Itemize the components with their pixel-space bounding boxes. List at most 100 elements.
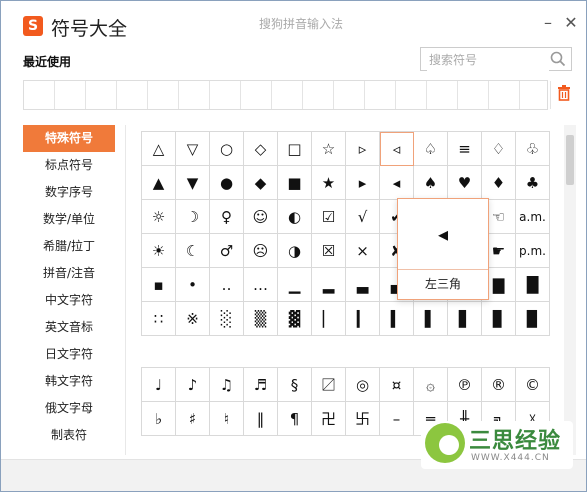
symbol-cell[interactable]: ☆	[312, 132, 346, 166]
symbol-cell[interactable]: ☼	[142, 200, 176, 234]
recent-slot[interactable]	[24, 81, 55, 109]
symbol-cell[interactable]: ▁	[278, 268, 312, 302]
recent-slot[interactable]	[179, 81, 210, 109]
recent-slot[interactable]	[117, 81, 148, 109]
symbol-cell[interactable]: ♬	[244, 368, 278, 402]
symbol-cell[interactable]: ▓	[278, 302, 312, 336]
symbol-cell[interactable]: √	[346, 200, 380, 234]
search-box[interactable]	[420, 47, 572, 71]
symbol-cell[interactable]: ♥	[448, 166, 482, 200]
symbol-cell[interactable]: ®	[482, 368, 516, 402]
symbol-cell[interactable]: ♂	[210, 234, 244, 268]
symbol-cell[interactable]: ♠	[414, 166, 448, 200]
recent-slot[interactable]	[365, 81, 396, 109]
symbol-cell[interactable]: ◎	[346, 368, 380, 402]
sidebar-item[interactable]: 中文字符	[23, 287, 115, 314]
symbol-cell[interactable]: █	[516, 268, 550, 302]
recent-slot[interactable]	[489, 81, 520, 109]
symbol-cell[interactable]: ¤	[380, 368, 414, 402]
symbol-cell[interactable]: ◃	[380, 132, 414, 166]
recent-slot[interactable]	[148, 81, 179, 109]
symbol-cell[interactable]: ℗	[448, 368, 482, 402]
symbol-cell[interactable]: 卍	[312, 402, 346, 436]
recent-slot[interactable]	[458, 81, 489, 109]
symbol-cell[interactable]: ◂	[380, 166, 414, 200]
sidebar-item[interactable]: 数字序号	[23, 179, 115, 206]
symbol-cell[interactable]: …	[244, 268, 278, 302]
recent-slot[interactable]	[520, 81, 551, 109]
symbol-cell[interactable]: ◇	[244, 132, 278, 166]
symbol-cell[interactable]: ¶	[278, 402, 312, 436]
trash-icon[interactable]	[557, 85, 571, 101]
recent-slot[interactable]	[86, 81, 117, 109]
symbol-cell[interactable]: –	[380, 402, 414, 436]
symbol-cell[interactable]: ▋	[448, 302, 482, 336]
symbol-cell[interactable]: ♯	[176, 402, 210, 436]
recent-slot[interactable]	[272, 81, 303, 109]
symbol-cell[interactable]: ≡	[448, 132, 482, 166]
symbol-cell[interactable]: §	[278, 368, 312, 402]
symbol-cell[interactable]: p.m.	[516, 234, 550, 268]
symbol-cell[interactable]: ▌	[414, 302, 448, 336]
symbol-cell[interactable]: ☑	[312, 200, 346, 234]
symbol-cell[interactable]: ▸	[346, 166, 380, 200]
symbol-cell[interactable]: 卐	[346, 402, 380, 436]
symbol-cell[interactable]: ▪	[142, 268, 176, 302]
recent-slot[interactable]	[55, 81, 86, 109]
symbol-cell[interactable]: ♤	[414, 132, 448, 166]
symbol-cell[interactable]: ▽	[176, 132, 210, 166]
symbol-cell[interactable]: ♣	[516, 166, 550, 200]
symbol-cell[interactable]: ♢	[482, 132, 516, 166]
sidebar-item[interactable]: 数学/单位	[23, 206, 115, 233]
symbol-cell[interactable]: ♧	[516, 132, 550, 166]
symbol-cell[interactable]: ▹	[346, 132, 380, 166]
symbol-cell[interactable]: ♩	[142, 368, 176, 402]
recent-slot[interactable]	[241, 81, 272, 109]
symbol-cell[interactable]: ▲	[142, 166, 176, 200]
symbol-cell[interactable]: ☾	[176, 234, 210, 268]
symbol-cell[interactable]: ×	[346, 234, 380, 268]
symbol-cell[interactable]: ■	[278, 166, 312, 200]
symbol-cell[interactable]: ♀	[210, 200, 244, 234]
search-input[interactable]	[427, 49, 549, 71]
symbol-cell[interactable]: ◆	[244, 166, 278, 200]
symbol-cell[interactable]: ♮	[210, 402, 244, 436]
sidebar-item[interactable]: 标点符号	[23, 152, 115, 179]
sidebar-item[interactable]: 日文字符	[23, 341, 115, 368]
sidebar-item[interactable]: 希腊/拉丁	[23, 233, 115, 260]
minimize-icon[interactable]: –	[538, 13, 558, 33]
sidebar-item[interactable]: 特殊符号	[23, 125, 115, 152]
sidebar-item[interactable]: 俄文字母	[23, 395, 115, 422]
symbol-cell[interactable]: ★	[312, 166, 346, 200]
symbol-cell[interactable]: ☺	[244, 200, 278, 234]
symbol-cell[interactable]: ∷	[142, 302, 176, 336]
sidebar-item[interactable]: 英文音标	[23, 314, 115, 341]
symbol-cell[interactable]: 〼	[312, 368, 346, 402]
recent-slot[interactable]	[334, 81, 365, 109]
symbol-cell[interactable]: ☀	[142, 234, 176, 268]
symbol-cell[interactable]: ○	[210, 132, 244, 166]
symbol-cell[interactable]: ♫	[210, 368, 244, 402]
symbol-cell[interactable]: ░	[210, 302, 244, 336]
sidebar-item[interactable]: 制表符	[23, 422, 115, 449]
symbol-cell[interactable]: ▉	[516, 302, 550, 336]
symbol-cell[interactable]: ◐	[278, 200, 312, 234]
symbol-cell[interactable]: a.m.	[516, 200, 550, 234]
symbol-cell[interactable]: ●	[210, 166, 244, 200]
recent-slot[interactable]	[210, 81, 241, 109]
scrollbar[interactable]	[564, 125, 576, 455]
symbol-cell[interactable]: ‥	[210, 268, 244, 302]
symbol-cell[interactable]: •	[176, 268, 210, 302]
scrollbar-thumb[interactable]	[566, 135, 574, 185]
symbol-cell[interactable]: ▼	[176, 166, 210, 200]
symbol-cell[interactable]: ▃	[346, 268, 380, 302]
symbol-cell[interactable]: ☒	[312, 234, 346, 268]
symbol-cell[interactable]: ▍	[380, 302, 414, 336]
search-icon[interactable]	[550, 50, 566, 68]
symbol-cell[interactable]: ♦	[482, 166, 516, 200]
symbol-cell[interactable]: ◑	[278, 234, 312, 268]
sidebar-item[interactable]: 拼音/注音	[23, 260, 115, 287]
symbol-cell[interactable]: ▏	[312, 302, 346, 336]
symbol-cell[interactable]: ۞	[414, 368, 448, 402]
symbol-cell[interactable]: ☽	[176, 200, 210, 234]
